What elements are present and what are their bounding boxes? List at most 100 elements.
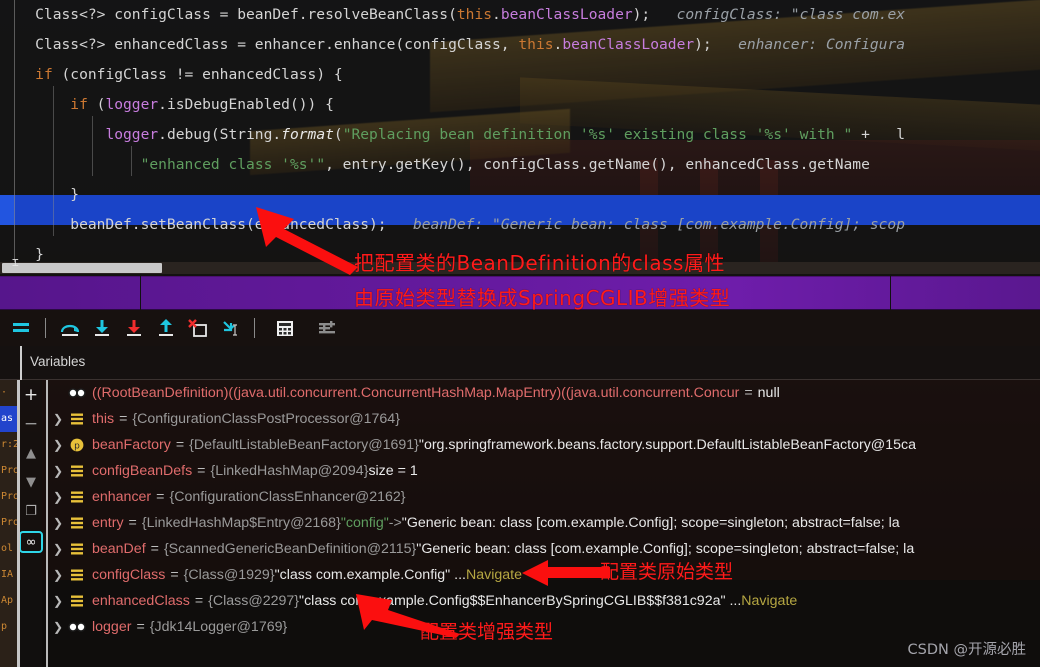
chevron-right-icon[interactable]: ❯ <box>48 510 68 536</box>
variable-equals: = <box>170 567 179 583</box>
tab-variables[interactable]: Variables <box>30 354 85 369</box>
chevron-right-icon[interactable]: ❯ <box>48 432 68 458</box>
step-over-icon <box>60 324 80 336</box>
chevron-right-icon[interactable]: ❯ <box>48 588 68 614</box>
code-line[interactable]: if (configClass != enhancedClass) { <box>0 60 1040 90</box>
variable-row[interactable]: ❯ p beanFactory = {DefaultListableBeanFactor… <box>48 432 1040 458</box>
code-line[interactable]: "enhanced class '%s'", entry.getKey(), c… <box>0 150 1040 180</box>
step-out-button[interactable] <box>151 313 181 343</box>
code-token: format <box>281 126 334 143</box>
variable-row[interactable]: ❯ configBeanDefs = {LinkedHashMap@2094} siz… <box>48 458 1040 484</box>
navigate-link[interactable]: Navigate <box>466 562 522 588</box>
show-execution-point-button[interactable] <box>6 313 36 343</box>
step-into-icon <box>95 320 109 336</box>
add-watch-button[interactable]: + <box>21 386 41 404</box>
move-down-button[interactable]: ▼ <box>21 473 41 491</box>
drop-frame-button[interactable] <box>183 313 213 343</box>
navigate-link[interactable]: Navigate <box>741 588 797 614</box>
ide-debugger-screenshot: Class<?> configClass = beanDef.resolveBe… <box>0 0 1040 667</box>
annotation-text-line-1: 把配置类的BeanDefinition的class属性 <box>354 251 725 275</box>
sliver-row: · <box>1 387 8 398</box>
calculator-icon <box>277 321 293 336</box>
copy-value-button[interactable]: ❐ <box>21 502 41 520</box>
sliver-row: p <box>1 621 8 632</box>
variable-extra: "class com.example.Config" ... <box>274 567 466 583</box>
red-arrow-to-enhanced-class <box>356 594 460 638</box>
code-line[interactable]: if (logger.isDebugEnabled()) { <box>0 90 1040 120</box>
debugger-toolbar[interactable] <box>0 310 1040 346</box>
sliders-icon <box>319 321 335 334</box>
variable-equals: = <box>128 515 137 531</box>
code-token: . <box>492 6 501 23</box>
annotation-banner-divider-left <box>140 276 141 310</box>
variable-row[interactable]: ❯ enhancedClass = {Class@2297} "class com.e… <box>48 588 1040 614</box>
code-token: logger <box>105 96 159 113</box>
field-icon <box>68 410 86 428</box>
sliver-row: r:2 <box>1 439 17 450</box>
sliver-row: IA <box>1 569 14 580</box>
variable-name: entry <box>92 515 124 531</box>
code-line[interactable]: Class<?> enhancedClass = enhancer.enhanc… <box>0 30 1040 60</box>
annotation-text-line-2: 由原始类型替换成SpringCGLIB增强类型 <box>354 286 731 310</box>
code-token: if <box>70 96 88 113</box>
field-icon <box>68 514 86 532</box>
chevron-right-icon[interactable]: ❯ <box>48 614 68 640</box>
variables-tab-strip <box>0 346 1040 380</box>
arrow-up-icon: ▲ <box>26 445 36 461</box>
settings-button[interactable] <box>312 313 342 343</box>
sliver-row: as <box>0 406 17 432</box>
force-step-into-button[interactable] <box>119 313 149 343</box>
code-token: l <box>878 126 906 143</box>
variable-value: {ConfigurationClassPostProcessor@1764} <box>132 411 400 427</box>
variable-row[interactable]: ❯ this = {ConfigurationClassPostProcessor@1… <box>48 406 1040 432</box>
code-line[interactable]: } <box>0 180 1040 210</box>
code-token: (configClass != enhancedClass) { <box>52 66 343 83</box>
step-over-button[interactable] <box>55 313 85 343</box>
chevron-right-icon[interactable]: ❯ <box>48 458 68 484</box>
variable-equals: = <box>119 411 128 427</box>
sliver-row: Pro <box>1 491 17 502</box>
annotation-banner-divider-right <box>890 276 891 310</box>
variable-extra: "Generic bean: class [com.example.Config… <box>401 515 900 531</box>
code-token: beanDef: "Generic bean: class [com.examp… <box>412 216 905 233</box>
code-token: ( <box>87 96 106 113</box>
remove-watch-button[interactable]: − <box>21 415 41 433</box>
evaluate-expression-button[interactable] <box>270 313 300 343</box>
variable-map-arrow: -> <box>388 515 402 531</box>
run-to-cursor-button[interactable] <box>215 313 245 343</box>
toolbar-separator-1 <box>45 318 46 338</box>
variable-name: ((RootBeanDefinition)((java.util.concurr… <box>92 385 740 401</box>
watches-toggle-button[interactable]: ∞ <box>19 531 43 553</box>
drop-frame-icon <box>188 319 207 337</box>
chevron-right-icon[interactable]: ❯ <box>48 536 68 562</box>
move-up-button[interactable]: ▲ <box>21 444 41 462</box>
step-into-button[interactable] <box>87 313 117 343</box>
text-cursor-icon: ⌶ <box>12 256 19 269</box>
variable-row[interactable]: ❯((RootBeanDefinition)((java.util.concur… <box>48 380 1040 406</box>
variable-row[interactable]: ❯ entry = {LinkedHashMap$Entry@2168} "confi… <box>48 510 1040 536</box>
variables-side-toolbar[interactable]: + − ▲ ▼ ❐ ∞ <box>19 380 43 667</box>
variable-extra: size = 1 <box>368 463 418 479</box>
annotation-config-original: 配置类原始类型 <box>600 561 734 583</box>
variable-row[interactable]: ❯ enhancer = {ConfigurationClassEnhancer@21… <box>48 484 1040 510</box>
variable-equals: = <box>744 385 753 401</box>
chevron-right-icon[interactable]: ❯ <box>48 484 68 510</box>
editor-horizontal-scrollbar-thumb[interactable] <box>2 263 162 273</box>
code-editor[interactable]: Class<?> configClass = beanDef.resolveBe… <box>0 0 1040 262</box>
variable-value: {ScannedGenericBeanDefinition@2115} <box>163 541 417 557</box>
code-line[interactable]: beanDef.setBeanClass(enhancedClass); bea… <box>0 210 1040 240</box>
field-icon <box>68 592 86 610</box>
variable-name: logger <box>92 619 132 635</box>
run-to-cursor-icon <box>223 321 237 336</box>
chevron-right-icon[interactable]: ❯ <box>48 406 68 432</box>
code-token: "enhanced class '%s'" <box>140 156 326 173</box>
csdn-watermark: CSDN @开源必胜 <box>907 642 1026 658</box>
glasses-icon <box>68 618 86 636</box>
code-line[interactable]: Class<?> configClass = beanDef.resolveBe… <box>0 0 1040 30</box>
code-line[interactable]: logger.debug(String.format("Replacing be… <box>0 120 1040 150</box>
code-token: Class<?> enhancedClass = enhancer.enhanc… <box>0 36 519 53</box>
sliver-row: Pro <box>1 465 17 476</box>
code-token: beanClassLoader <box>562 36 695 53</box>
chevron-right-icon[interactable]: ❯ <box>48 562 68 588</box>
